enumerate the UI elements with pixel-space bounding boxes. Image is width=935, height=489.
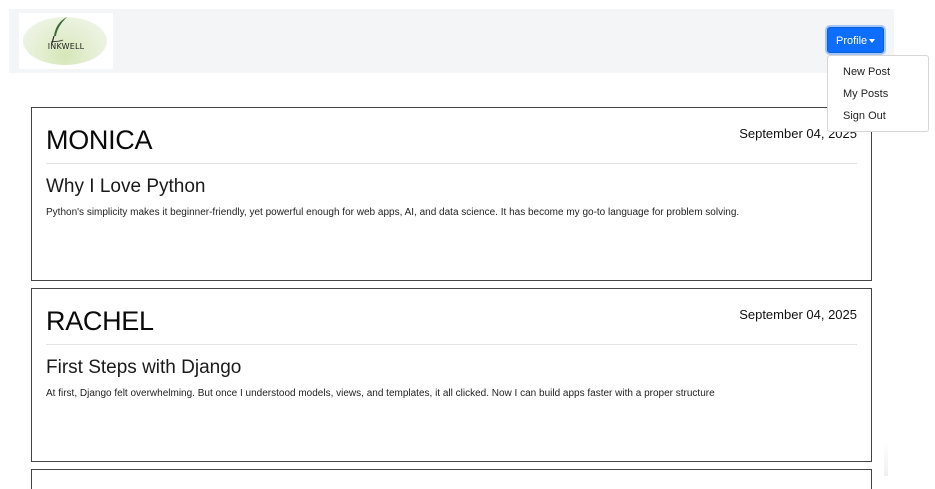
profile-button-label: Profile [836, 35, 868, 47]
caret-down-icon [869, 39, 875, 43]
post-card: MONICA September 04, 2025 Why I Love Pyt… [31, 107, 872, 281]
top-navbar: INKWELL [9, 9, 894, 73]
quill-icon [50, 17, 67, 44]
menu-item-sign-out[interactable]: Sign Out [843, 110, 886, 122]
scrollbar-edge [884, 440, 888, 476]
post-body: At first, Django felt overwhelming. But … [46, 388, 715, 399]
menu-item-new-post[interactable]: New Post [843, 66, 890, 78]
post-author: RACHEL [46, 306, 154, 336]
menu-item-my-posts[interactable]: My Posts [843, 88, 888, 100]
post-divider [46, 163, 857, 164]
post-date: September 04, 2025 [739, 307, 857, 322]
profile-dropdown-button[interactable]: Profile [827, 27, 884, 53]
profile-dropdown-menu: New Post My Posts Sign Out [827, 55, 929, 132]
post-card-partial [31, 469, 872, 489]
post-title[interactable]: First Steps with Django [46, 357, 241, 379]
post-divider [46, 344, 857, 345]
logo-text: INKWELL [47, 42, 85, 51]
inkwell-logo[interactable]: INKWELL [19, 13, 113, 69]
post-author: MONICA [46, 125, 153, 155]
post-body: Python's simplicity makes it beginner-fr… [46, 207, 740, 218]
post-title[interactable]: Why I Love Python [46, 176, 205, 198]
post-card: RACHEL September 04, 2025 First Steps wi… [31, 288, 872, 462]
